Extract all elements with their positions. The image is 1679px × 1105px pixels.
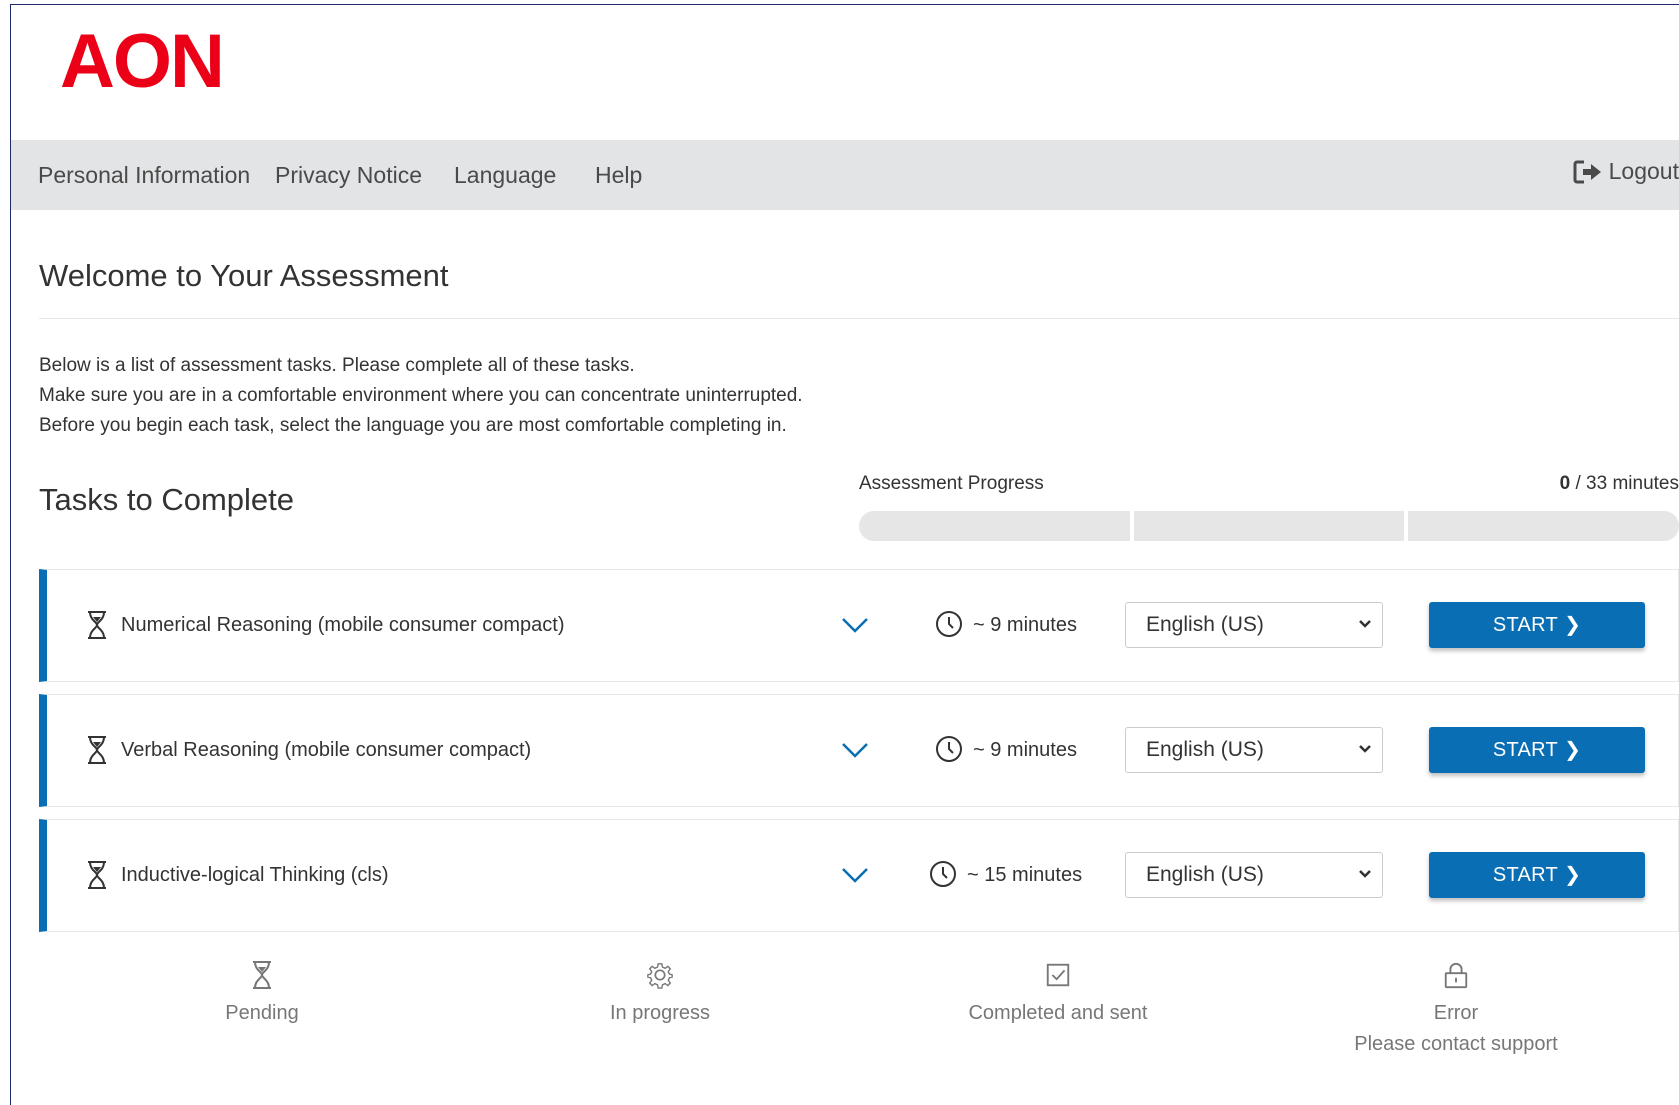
task-row: Numerical Reasoning (mobile consumer com… [39,569,1679,682]
task-duration: ~ 15 minutes [967,864,1083,886]
tasks-heading: Tasks to Complete [39,482,294,517]
progress-label: Assessment Progress [859,473,1044,494]
intro-line-1: Below is a list of assessment tasks. Ple… [39,355,635,376]
start-button[interactable]: START ❯ [1429,602,1645,648]
legend-pending: Pending [112,960,412,1029]
legend-label: Pending [225,1002,299,1024]
language-value: English (US) [1146,613,1264,636]
start-button[interactable]: START ❯ [1429,852,1645,898]
chevron-right-icon: ❯ [1564,614,1582,636]
start-label: START [1492,864,1559,886]
progress-segment [1408,511,1679,541]
legend-label: Error [1433,1002,1479,1024]
progress-bar [859,511,1679,541]
progress-segment [859,511,1130,541]
checkbox-icon [1046,963,1070,987]
logout-label: Logout [1608,158,1679,184]
language-value: English (US) [1146,738,1264,761]
intro-line-3: Before you begin each task, select the l… [39,415,787,436]
chevron-down-icon[interactable] [841,866,869,884]
title-divider [39,318,1679,319]
aon-logo: AON [60,19,225,104]
legend-error: Error Please contact support [1306,960,1606,1060]
hourglass-icon [88,736,106,764]
page-title: Welcome to Your Assessment [39,258,449,293]
task-name: Inductive-logical Thinking (cls) [121,864,389,886]
chevron-right-icon: ❯ [1564,739,1582,761]
start-label: START [1492,739,1559,761]
start-label: START [1492,614,1559,636]
language-value: English (US) [1146,863,1264,886]
chevron-down-icon[interactable] [841,741,869,759]
language-select[interactable]: English (US) [1125,727,1383,773]
task-row: Verbal Reasoning (mobile consumer compac… [39,694,1679,807]
hourglass-icon [88,861,106,889]
start-button[interactable]: START ❯ [1429,727,1645,773]
task-row: Inductive-logical Thinking (cls) ~ 15 mi… [39,819,1679,932]
nav-help[interactable]: Help [595,162,642,189]
gear-icon [647,963,673,989]
chevron-down-icon [1359,870,1371,878]
clock-icon [930,861,956,887]
intro-line-2: Make sure you are in a comfortable envir… [39,385,803,406]
task-name: Numerical Reasoning (mobile consumer com… [121,614,565,636]
progress-segment [1133,511,1405,541]
clock-icon [936,611,962,637]
nav-personal-information[interactable]: Personal Information [38,162,250,189]
logout-icon [1573,160,1601,183]
progress-minutes: 0 / 33 minutes [1560,473,1679,495]
chevron-down-icon[interactable] [841,616,869,634]
legend-sublabel: Please contact support [1354,1033,1558,1055]
lock-icon [1444,962,1468,989]
legend-in-progress: In progress [510,960,810,1029]
nav-language[interactable]: Language [454,162,556,189]
clock-icon [936,736,962,762]
chevron-down-icon [1359,745,1371,753]
progress-done: 0 [1559,473,1571,494]
legend-label: Completed and sent [968,1002,1148,1024]
chevron-down-icon [1359,620,1371,628]
hourglass-icon [88,611,106,639]
language-select[interactable]: English (US) [1125,852,1383,898]
task-name: Verbal Reasoning (mobile consumer compac… [121,739,532,761]
language-select[interactable]: English (US) [1125,602,1383,648]
legend-completed: Completed and sent [908,960,1208,1029]
logout-button[interactable]: Logout [1573,158,1679,185]
progress-total-text: / 33 minutes [1570,473,1679,494]
top-navbar: Personal Information Privacy Notice Lang… [11,140,1679,210]
chevron-right-icon: ❯ [1564,864,1582,886]
nav-privacy-notice[interactable]: Privacy Notice [275,162,422,189]
legend-label: In progress [609,1002,711,1024]
task-duration: ~ 9 minutes [973,739,1077,761]
task-duration: ~ 9 minutes [973,614,1077,636]
hourglass-icon [253,961,271,989]
